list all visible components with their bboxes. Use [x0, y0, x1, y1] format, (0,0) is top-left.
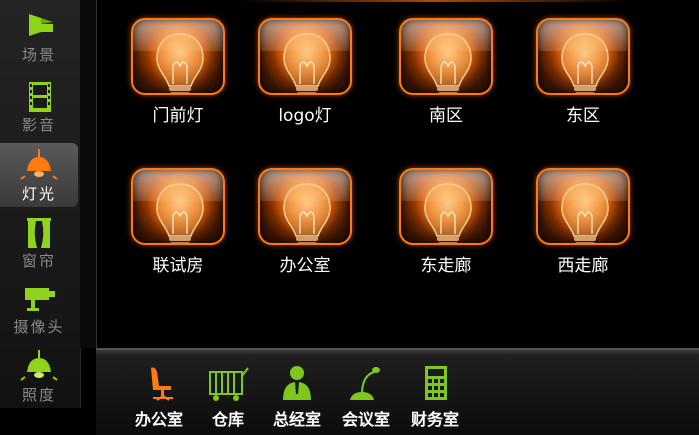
sidebar-item-scene[interactable]: 场景: [0, 4, 78, 68]
light-bulb-icon: [131, 18, 225, 95]
light-label: 门前灯: [152, 106, 204, 126]
light-button[interactable]: 南区: [397, 18, 495, 126]
top-divider: [240, 0, 630, 2]
light-bulb-icon: [258, 168, 352, 245]
curtain-icon: [19, 216, 59, 248]
light-button[interactable]: logo灯: [256, 18, 354, 126]
sidebar-item-lighting[interactable]: 灯光: [0, 143, 78, 207]
light-button[interactable]: 西走廊: [534, 168, 632, 276]
sidebar-item-label: 摄像头: [13, 318, 65, 336]
light-label: 办公室: [279, 256, 331, 276]
sidebar-item-camera[interactable]: 摄像头: [0, 276, 78, 340]
sidebar-item-label: 照度: [21, 386, 56, 404]
room-meeting-button[interactable]: 会议室: [333, 364, 399, 432]
light-label: 南区: [429, 106, 463, 126]
sidebar-item-media[interactable]: 影音: [0, 74, 78, 138]
light-label: 东区: [566, 106, 600, 126]
illuminance-icon: [19, 350, 59, 382]
manager-icon: [275, 364, 319, 402]
light-bulb-icon: [399, 168, 493, 245]
room-label: 仓库: [211, 410, 244, 429]
scene-icon: [19, 10, 59, 42]
light-button[interactable]: 办公室: [256, 168, 354, 276]
room-label: 会议室: [341, 410, 390, 429]
room-label: 财务室: [410, 410, 459, 429]
sidebar-divider: [80, 0, 97, 348]
room-manager-button[interactable]: 总经室: [264, 364, 330, 432]
sidebar-item-label: 场景: [21, 46, 56, 64]
sidebar-item-label: 灯光: [21, 185, 56, 203]
room-label: 总经室: [272, 410, 321, 429]
light-label: 西走廊: [557, 256, 609, 276]
warehouse-cart-icon: [206, 364, 250, 402]
sidebar-item-illuminance[interactable]: 照度: [0, 344, 78, 408]
light-bulb-icon: [258, 18, 352, 95]
light-label: logo灯: [278, 106, 332, 126]
room-label: 办公室: [134, 410, 183, 429]
lamp-icon: [19, 149, 59, 181]
office-chair-icon: [137, 364, 181, 402]
light-label: 东走廊: [420, 256, 472, 276]
room-finance-button[interactable]: 财务室: [402, 364, 468, 432]
light-bulb-icon: [131, 168, 225, 245]
sidebar-item-curtain[interactable]: 窗帘: [0, 210, 78, 274]
room-warehouse-button[interactable]: 仓库: [195, 364, 261, 432]
room-office-button[interactable]: 办公室: [126, 364, 192, 432]
light-button[interactable]: 东走廊: [397, 168, 495, 276]
sidebar: 场景 影音 灯光 窗帘 摄像头 照度: [0, 0, 81, 408]
light-bulb-icon: [536, 168, 630, 245]
light-button[interactable]: 联试房: [129, 168, 227, 276]
camera-icon: [19, 282, 59, 314]
sidebar-item-label: 影音: [21, 116, 56, 134]
light-button[interactable]: 门前灯: [129, 18, 227, 126]
light-bulb-icon: [536, 18, 630, 95]
sidebar-item-label: 窗帘: [21, 252, 56, 270]
light-button[interactable]: 东区: [534, 18, 632, 126]
calculator-icon: [413, 364, 457, 402]
light-label: 联试房: [152, 256, 204, 276]
film-icon: [19, 80, 59, 112]
room-bar: 办公室 仓库 总经室 会议室 财务室: [96, 348, 699, 435]
microphone-icon: [344, 364, 388, 402]
light-bulb-icon: [399, 18, 493, 95]
